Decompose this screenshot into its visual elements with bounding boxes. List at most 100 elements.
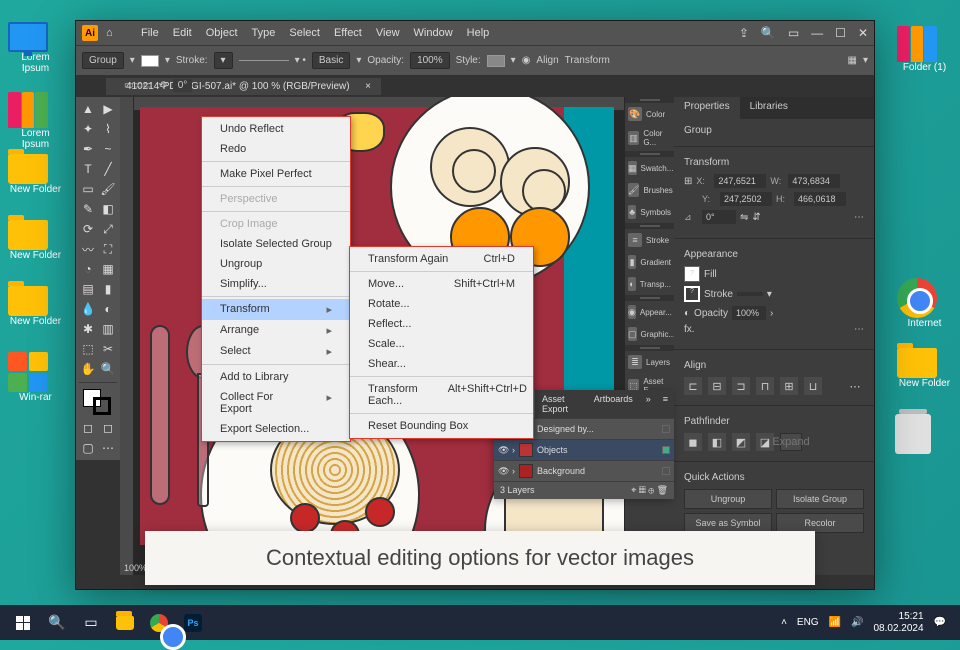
more-options-icon[interactable]: ⋯ bbox=[854, 212, 864, 223]
transform-label[interactable]: Transform bbox=[565, 55, 610, 66]
desktop-icon-chrome[interactable]: Internet bbox=[897, 278, 952, 329]
align-label[interactable]: Align bbox=[536, 55, 558, 66]
arrange-icon[interactable]: ▭ bbox=[788, 26, 799, 40]
tray-language[interactable]: ENG bbox=[797, 617, 819, 628]
width-tool[interactable]: 〰 bbox=[79, 240, 97, 258]
transform-angle[interactable]: 0° bbox=[702, 210, 736, 224]
style-swatch[interactable] bbox=[487, 55, 505, 67]
ctx-transform-again[interactable]: Transform AgainCtrl+D bbox=[350, 249, 533, 269]
close-icon[interactable]: ✕ bbox=[858, 26, 868, 40]
layers-actions[interactable]: ⌖ ▦ ⊕ 🗑 bbox=[631, 485, 668, 496]
desktop-icon-folder[interactable]: New Folder bbox=[8, 220, 63, 261]
slice-tool[interactable]: ✂ bbox=[99, 340, 117, 358]
ctx-isolate-group[interactable]: Isolate Selected Group bbox=[202, 234, 350, 254]
taskbar-explorer-icon[interactable] bbox=[108, 606, 142, 640]
stroke-weight-stepper[interactable]: ▾ bbox=[767, 289, 772, 300]
pf-intersect-icon[interactable]: ◩ bbox=[732, 433, 750, 451]
shape-builder-tool[interactable]: ◔ bbox=[79, 260, 97, 278]
tray-wifi-icon[interactable]: 📶 bbox=[829, 617, 841, 628]
align-hcenter-icon[interactable]: ⊟ bbox=[708, 377, 726, 395]
edit-toolbar-icon[interactable]: ⋯ bbox=[99, 439, 117, 457]
fx-label[interactable]: fx. bbox=[684, 324, 695, 335]
ctx-rotate[interactable]: Rotate... bbox=[350, 294, 533, 314]
paintbrush-tool[interactable]: 🖌 bbox=[99, 180, 117, 198]
dock-color[interactable]: 🎨Color bbox=[625, 103, 674, 125]
tray-chevron-icon[interactable]: ˄ bbox=[781, 617, 787, 628]
draw-behind-icon[interactable]: ◻ bbox=[99, 419, 117, 437]
flip-v-icon[interactable]: ⇵ bbox=[752, 212, 760, 223]
tab-libraries[interactable]: Libraries bbox=[740, 97, 798, 119]
ctx-shear[interactable]: Shear... bbox=[350, 354, 533, 374]
desktop-icon-folder[interactable]: New Folder bbox=[897, 348, 952, 389]
align-left-icon[interactable]: ⊏ bbox=[684, 377, 702, 395]
direct-selection-tool[interactable]: ▶ bbox=[99, 100, 117, 118]
menu-edit[interactable]: Edit bbox=[166, 27, 199, 39]
opacity-value[interactable]: 100% bbox=[410, 52, 450, 69]
menu-object[interactable]: Object bbox=[199, 27, 245, 39]
desktop-icon-folder[interactable]: New Folder bbox=[8, 286, 63, 327]
menu-file[interactable]: File bbox=[134, 27, 166, 39]
shaper-tool[interactable]: ✎ bbox=[79, 200, 97, 218]
ctx-redo[interactable]: Redo bbox=[202, 139, 350, 159]
tab-artboards[interactable]: Artboards bbox=[587, 390, 640, 418]
rect-mode-icon[interactable]: ▭▭▭ bbox=[124, 80, 152, 91]
ctx-simplify[interactable]: Simplify... bbox=[202, 274, 350, 294]
menu-select[interactable]: Select bbox=[282, 27, 327, 39]
panel-expand-icon[interactable]: » bbox=[640, 390, 657, 418]
transform-y[interactable]: 247,2502 bbox=[720, 192, 772, 206]
more-options-icon[interactable]: ⋯ bbox=[846, 377, 864, 395]
tab-asset-export[interactable]: Asset Export bbox=[535, 390, 587, 418]
dock-stroke[interactable]: ≡Stroke bbox=[625, 229, 674, 251]
reference-point-icon[interactable]: ⊞ bbox=[684, 176, 692, 187]
ctx-select[interactable]: Select▸ bbox=[202, 341, 350, 362]
stroke-profile[interactable] bbox=[239, 60, 289, 61]
desktop-icon-winrar[interactable]: Win-rar bbox=[8, 352, 63, 403]
menu-help[interactable]: Help bbox=[460, 27, 497, 39]
transform-x[interactable]: 247,6521 bbox=[714, 174, 766, 188]
scale-tool[interactable]: ⤢ bbox=[99, 220, 117, 238]
brush-def[interactable]: Basic bbox=[312, 52, 350, 69]
share-icon[interactable]: ⇪ bbox=[739, 26, 749, 40]
transform-w[interactable]: 473,6834 bbox=[788, 174, 840, 188]
isolate-icon[interactable]: ▦ bbox=[848, 55, 857, 66]
more-options-icon[interactable]: ⋯ bbox=[854, 324, 864, 335]
desktop-icon-pc[interactable]: Lorem Ipsum bbox=[8, 22, 63, 74]
dock-brushes[interactable]: 🖌Brushes bbox=[625, 179, 674, 201]
hand-tool[interactable]: ✋ bbox=[79, 360, 97, 378]
desktop-icon-recycle-bin[interactable] bbox=[895, 414, 950, 454]
ctx-ungroup[interactable]: Ungroup bbox=[202, 254, 350, 274]
desktop-icon-binders[interactable]: Lorem Ipsum bbox=[8, 88, 63, 150]
pf-unite-icon[interactable]: ◼ bbox=[684, 433, 702, 451]
opacity-field[interactable]: 100% bbox=[732, 306, 766, 320]
menu-effect[interactable]: Effect bbox=[327, 27, 369, 39]
stroke-box-icon[interactable]: ? bbox=[684, 286, 700, 302]
maximize-icon[interactable]: ☐ bbox=[835, 26, 846, 40]
visibility-icon[interactable]: 👁 bbox=[498, 466, 508, 477]
fill-stroke-indicator[interactable] bbox=[79, 387, 117, 417]
dock-swatches[interactable]: ▦Swatch... bbox=[625, 157, 674, 179]
rotate-value[interactable]: 0° bbox=[173, 79, 193, 92]
home-icon[interactable]: ⌂ bbox=[106, 27, 124, 39]
flip-h-icon[interactable]: ⇋ bbox=[740, 212, 748, 223]
symbol-sprayer-tool[interactable]: ✱ bbox=[79, 320, 97, 338]
pf-expand-button[interactable]: Expand bbox=[780, 433, 802, 451]
align-right-icon[interactable]: ⊐ bbox=[732, 377, 750, 395]
panel-menu-icon[interactable]: ≡ bbox=[657, 390, 674, 418]
ctx-export-selection[interactable]: Export Selection... bbox=[202, 419, 350, 439]
magic-wand-tool[interactable]: ✦ bbox=[79, 120, 97, 138]
zoom-level[interactable]: 100% bbox=[124, 563, 147, 573]
recolor-icon[interactable]: ◉ bbox=[522, 55, 531, 66]
blend-tool[interactable]: ◐ bbox=[99, 300, 117, 318]
pf-minus-icon[interactable]: ◧ bbox=[708, 433, 726, 451]
curvature-tool[interactable]: ~ bbox=[99, 140, 117, 158]
eyedropper-tool[interactable]: 💧 bbox=[79, 300, 97, 318]
tray-clock[interactable]: 15:2108.02.2024 bbox=[873, 611, 923, 635]
draw-normal-icon[interactable]: ◻ bbox=[79, 419, 97, 437]
layer-row[interactable]: 👁›Objects bbox=[494, 439, 674, 460]
pf-exclude-icon[interactable]: ◪ bbox=[756, 433, 774, 451]
rotate-tool[interactable]: ⟳ bbox=[79, 220, 97, 238]
zoom-tool[interactable]: 🔍 bbox=[99, 360, 117, 378]
qa-isolate-button[interactable]: Isolate Group bbox=[776, 489, 864, 509]
stroke-weight-field[interactable] bbox=[737, 292, 763, 296]
qa-save-symbol-button[interactable]: Save as Symbol bbox=[684, 513, 772, 533]
